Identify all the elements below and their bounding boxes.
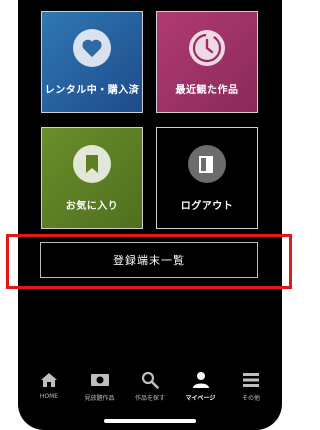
home-indicator-bar xyxy=(104,419,196,423)
tab-unlimited-label: 見放題作品 xyxy=(84,395,115,402)
heart-icon xyxy=(73,28,111,67)
logout-tile[interactable]: ログアウト xyxy=(156,127,258,229)
logout-label: ログアウト xyxy=(180,200,234,212)
recently-watched-label: 最近観た作品 xyxy=(175,84,239,96)
exit-door-icon xyxy=(188,144,226,183)
menu-icon xyxy=(242,370,260,390)
bottom-tab-bar: HOME 見放題作品 作品を探す マイページ その他 xyxy=(18,370,282,410)
home-icon xyxy=(40,370,58,390)
tab-home-label: HOME xyxy=(39,393,59,400)
recently-watched-tile[interactable]: 最近観た作品 xyxy=(156,11,258,113)
person-icon xyxy=(192,370,210,390)
tab-mypage-label: マイページ xyxy=(185,395,216,402)
tab-search[interactable]: 作品を探す xyxy=(125,370,175,410)
tab-search-label: 作品を探す xyxy=(134,395,165,402)
favorites-tile[interactable]: お気に入り xyxy=(41,127,143,229)
registered-devices-button[interactable]: 登録端末一覧 xyxy=(40,242,258,278)
tab-other-label: その他 xyxy=(241,395,260,402)
tab-mypage[interactable]: マイページ xyxy=(176,370,226,410)
phone-screen: レンタル中・購入済 最近観た作品 お気に入り ログアウト 登録端末一覧 HOME… xyxy=(18,0,282,430)
tab-home[interactable]: HOME xyxy=(24,370,74,410)
bookmark-icon xyxy=(73,144,111,183)
tab-other[interactable]: その他 xyxy=(226,370,276,410)
rental-purchased-label: レンタル中・購入済 xyxy=(44,84,140,96)
favorites-label: お気に入り xyxy=(65,200,119,212)
tv-icon xyxy=(90,370,110,390)
clock-icon xyxy=(188,29,226,67)
search-icon xyxy=(141,370,159,390)
tab-unlimited[interactable]: 見放題作品 xyxy=(75,370,125,410)
rental-purchased-tile[interactable]: レンタル中・購入済 xyxy=(41,11,143,113)
